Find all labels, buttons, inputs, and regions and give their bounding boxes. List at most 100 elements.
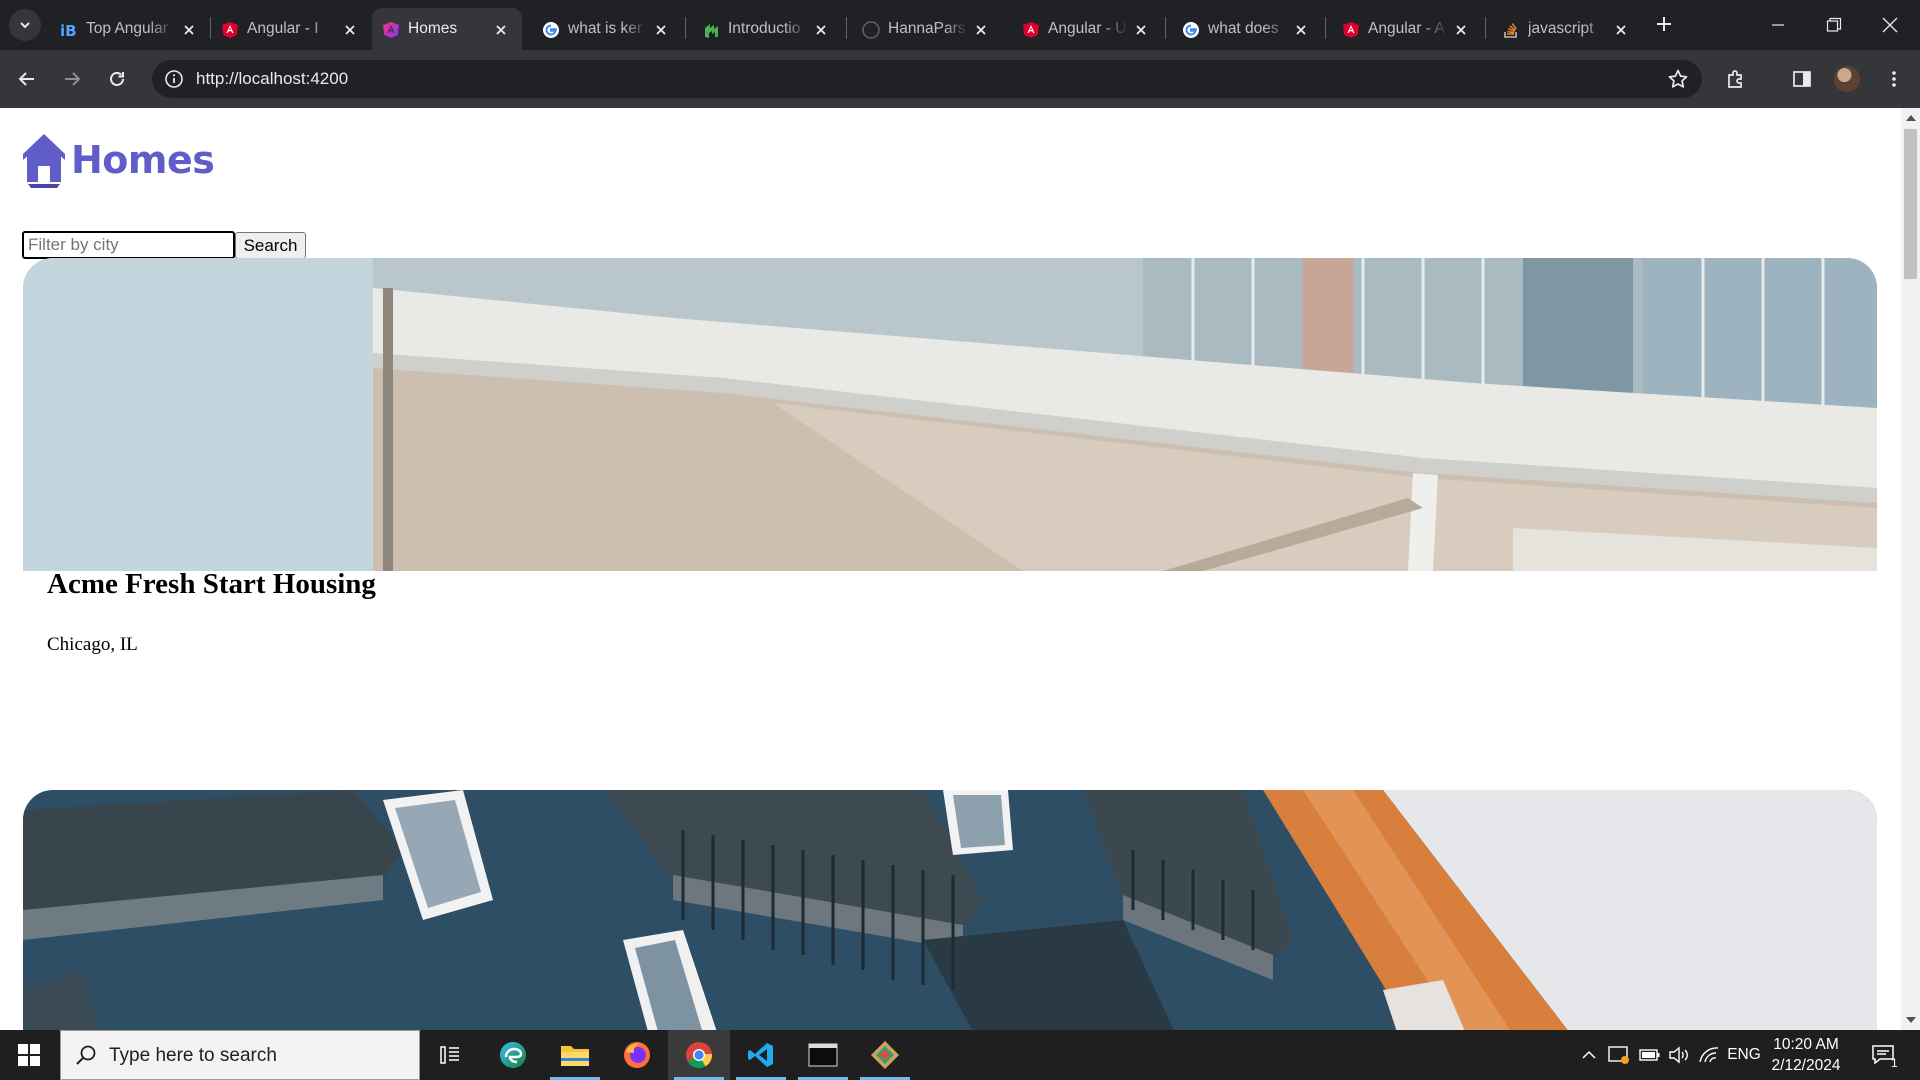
notification-count: 1 xyxy=(1891,1056,1898,1070)
restore-button[interactable] xyxy=(1806,0,1862,50)
task-view-button[interactable] xyxy=(420,1030,482,1080)
scrollbar-thumb[interactable] xyxy=(1904,129,1917,279)
tab-title: javascript xyxy=(1528,20,1594,37)
tab-strip: iB Top Angular Angular - I Homes what is… xyxy=(0,0,1920,50)
minimize-button[interactable] xyxy=(1750,0,1806,50)
search-button[interactable]: Search xyxy=(235,232,306,259)
wifi-icon[interactable] xyxy=(1696,1030,1722,1080)
chrome-app[interactable] xyxy=(668,1030,730,1080)
google-icon xyxy=(542,21,560,39)
tab-homes[interactable]: Homes xyxy=(372,8,522,50)
url-text[interactable]: http://localhost:4200 xyxy=(196,69,348,89)
housing-photo xyxy=(23,258,1877,571)
reload-icon xyxy=(110,72,124,86)
browser-toolbar: http://localhost:4200 xyxy=(0,50,1920,108)
reload-button[interactable] xyxy=(101,63,133,95)
close-window-button[interactable] xyxy=(1862,0,1918,50)
tab-what-is-ker[interactable]: what is ker xyxy=(532,8,682,50)
puzzle-icon xyxy=(1728,70,1742,88)
folder-icon xyxy=(561,1046,589,1066)
page-scrollbar[interactable] xyxy=(1901,108,1920,1030)
google-icon xyxy=(1182,21,1200,39)
chrome-icon xyxy=(686,1042,713,1069)
system-clock[interactable]: 10:20 AM 2/12/2024 xyxy=(1762,1034,1850,1076)
housing-photo xyxy=(23,790,1877,1030)
kebab-menu-icon xyxy=(1892,71,1896,87)
browser-menu-button[interactable] xyxy=(1878,63,1910,95)
firefox-icon xyxy=(624,1042,650,1068)
tab-angular-1[interactable]: Angular - I xyxy=(211,8,371,50)
close-icon[interactable] xyxy=(812,21,830,39)
new-tab-button[interactable] xyxy=(1652,12,1676,36)
forward-button[interactable] xyxy=(56,63,88,95)
close-icon[interactable] xyxy=(1612,21,1630,39)
task-view-icon xyxy=(440,1046,459,1064)
edge-app[interactable] xyxy=(482,1030,544,1080)
close-icon[interactable] xyxy=(652,21,670,39)
page-viewport: Homes Search xyxy=(0,108,1901,1030)
terminal-app[interactable] xyxy=(792,1030,854,1080)
back-button[interactable] xyxy=(11,63,43,95)
github-icon xyxy=(862,21,880,39)
listing-name: Acme Fresh Start Housing xyxy=(47,568,376,600)
ib-icon: iB xyxy=(60,21,78,40)
minimize-icon xyxy=(1772,24,1784,26)
clock-time: 10:20 AM xyxy=(1773,1036,1839,1053)
tab-what-does[interactable]: what does xyxy=(1172,8,1322,50)
extensions-button[interactable] xyxy=(1720,63,1752,95)
battery-icon[interactable] xyxy=(1636,1030,1664,1080)
git-app[interactable] xyxy=(854,1030,916,1080)
close-icon xyxy=(1882,17,1898,33)
svg-text:iB: iB xyxy=(60,22,77,39)
tab-title: Angular - A xyxy=(1368,20,1445,37)
language-indicator[interactable]: ENG xyxy=(1726,1030,1762,1080)
start-button[interactable] xyxy=(0,1030,58,1080)
close-icon[interactable] xyxy=(1132,21,1150,39)
close-icon[interactable] xyxy=(341,21,359,39)
housing-location-card[interactable] xyxy=(23,790,1877,1030)
address-bar[interactable]: http://localhost:4200 xyxy=(152,60,1702,98)
close-icon[interactable] xyxy=(1292,21,1310,39)
side-panel-button[interactable] xyxy=(1786,63,1818,95)
angular-icon xyxy=(1022,21,1040,39)
volume-icon[interactable] xyxy=(1666,1030,1692,1080)
notification-center-button[interactable]: 1 xyxy=(1862,1030,1906,1080)
scroll-up-arrow-icon[interactable] xyxy=(1906,115,1916,121)
taskbar-search-box[interactable]: Type here to search xyxy=(60,1030,420,1080)
search-icon xyxy=(76,1045,96,1065)
tab-javascript[interactable]: javascript xyxy=(1492,8,1642,50)
edge-icon xyxy=(500,1042,526,1068)
scroll-down-arrow-icon[interactable] xyxy=(1906,1017,1916,1023)
tab-angular-2[interactable]: Angular - U xyxy=(1012,8,1162,50)
tab-divider xyxy=(685,17,686,39)
close-icon[interactable] xyxy=(180,21,198,39)
close-icon[interactable] xyxy=(492,21,510,39)
close-icon[interactable] xyxy=(1452,21,1470,39)
close-icon[interactable] xyxy=(972,21,990,39)
show-hidden-icons-button[interactable] xyxy=(1577,1030,1601,1080)
site-info-icon[interactable] xyxy=(162,67,186,91)
brand-logo[interactable]: Homes xyxy=(22,132,215,188)
bookmark-star-icon[interactable] xyxy=(1666,67,1690,91)
tab-title: what does xyxy=(1208,20,1279,37)
tab-angular-3[interactable]: Angular - A xyxy=(1332,8,1482,50)
terminal-icon xyxy=(808,1043,838,1067)
tab-top-angular[interactable]: iB Top Angular xyxy=(50,8,210,50)
firefox-app[interactable] xyxy=(606,1030,668,1080)
brand-name: Homes xyxy=(71,138,215,182)
listing-location: Chicago, IL xyxy=(47,634,138,655)
angular-dev-icon xyxy=(382,21,400,39)
vscode-app[interactable] xyxy=(730,1030,792,1080)
tab-hannapars[interactable]: HannaPars xyxy=(852,8,1002,50)
tab-introduction[interactable]: Introductio xyxy=(692,8,842,50)
chevron-up-icon xyxy=(1582,1050,1596,1059)
house-logo-icon xyxy=(23,134,65,188)
tab-search-button[interactable] xyxy=(9,9,41,41)
defender-icon xyxy=(1608,1046,1629,1064)
filter-by-city-input[interactable] xyxy=(22,231,235,259)
tray-app-icon[interactable] xyxy=(1606,1030,1632,1080)
housing-location-card[interactable]: Acme Fresh Start Housing Chicago, IL xyxy=(23,258,1877,738)
file-explorer-app[interactable] xyxy=(544,1030,606,1080)
tab-divider xyxy=(1325,17,1326,39)
profile-avatar[interactable] xyxy=(1834,66,1860,92)
